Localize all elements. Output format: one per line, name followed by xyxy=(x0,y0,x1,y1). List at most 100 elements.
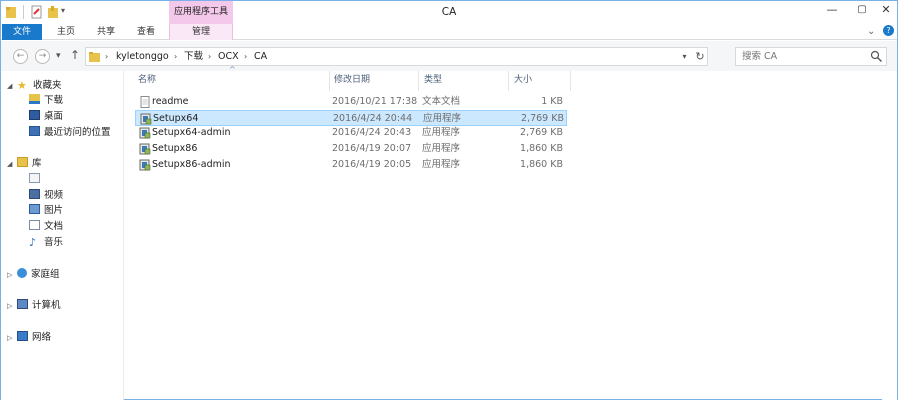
back-button[interactable]: ← xyxy=(13,49,28,64)
breadcrumb-ocx[interactable]: OCX xyxy=(218,48,239,65)
nav-item-label: 最近访问的位置 xyxy=(44,127,111,138)
explorer-window: ▾ 应用程序工具 CA — ▢ ✕ 文件 主页 共享 查看 管理 ⌄ ? ← →… xyxy=(0,0,898,400)
nav-item-desktop[interactable]: 桌面 xyxy=(29,110,63,124)
file-type: 文本文档 xyxy=(422,96,461,107)
breadcrumb-separator[interactable]: › xyxy=(208,48,211,65)
column-divider[interactable] xyxy=(418,71,419,91)
tab-share[interactable]: 共享 xyxy=(86,24,126,40)
installer-icon xyxy=(139,127,151,139)
computer-icon xyxy=(17,299,28,309)
nav-network[interactable]: ▷ 网络 xyxy=(7,331,51,345)
column-divider[interactable] xyxy=(329,71,330,91)
tab-home[interactable]: 主页 xyxy=(46,24,86,40)
tab-manage[interactable]: 管理 xyxy=(169,24,233,40)
file-size: 1,860 KB xyxy=(520,158,563,170)
breadcrumb-separator[interactable]: › xyxy=(105,48,108,65)
nav-item-downloads[interactable]: 下载 xyxy=(29,94,63,108)
maximize-button[interactable]: ▢ xyxy=(851,1,873,21)
properties-icon[interactable] xyxy=(31,5,43,19)
file-type: 应用程序 xyxy=(423,112,462,124)
breadcrumb-ca[interactable]: CA xyxy=(254,48,267,65)
nav-item-videos[interactable]: 视频 xyxy=(29,189,63,203)
nav-network-label: 网络 xyxy=(32,332,52,343)
new-folder-icon[interactable] xyxy=(47,5,59,19)
search-box[interactable]: 搜索 CA xyxy=(735,47,887,66)
file-size: 1,860 KB xyxy=(520,143,563,155)
column-header-date[interactable]: 修改日期 xyxy=(334,71,370,89)
customize-quick-access-icon[interactable]: ▾ xyxy=(61,6,73,20)
nav-item-documents[interactable]: 文档 xyxy=(29,220,63,234)
nav-item-pictures[interactable]: 图片 xyxy=(29,204,63,218)
file-row[interactable]: Setupx86-admin 2016/4/19 20:05 应用程序 1,860 K… xyxy=(135,157,567,173)
file-date-modified: 2016/4/24 20:44 xyxy=(333,112,413,124)
nav-favorites-label: 收藏夹 xyxy=(33,80,62,91)
file-name: readme xyxy=(152,96,189,107)
collapse-icon[interactable]: ◢ xyxy=(7,157,17,171)
collapse-icon[interactable]: ◢ xyxy=(7,79,17,93)
folder-icon[interactable] xyxy=(5,5,17,19)
column-header-size[interactable]: 大小 xyxy=(514,71,532,89)
installer-icon xyxy=(139,159,151,171)
nav-homegroup[interactable]: ▷ 家庭组 xyxy=(7,268,60,282)
file-row[interactable]: Setupx64-admin 2016/4/24 20:43 应用程序 2,769 K… xyxy=(135,125,567,141)
expand-icon[interactable]: ▷ xyxy=(7,268,17,282)
expand-icon[interactable]: ▷ xyxy=(7,299,17,313)
breadcrumb-separator[interactable]: › xyxy=(244,48,247,65)
search-icon[interactable] xyxy=(870,50,883,63)
nav-item-label: 音乐 xyxy=(44,237,64,248)
breadcrumb-downloads[interactable]: 下载 xyxy=(184,48,203,65)
column-divider[interactable] xyxy=(570,71,571,91)
videos-icon xyxy=(29,189,40,199)
nav-item-music[interactable]: ♪ 音乐 xyxy=(29,236,63,250)
ribbon-tab-bar: 文件 主页 共享 查看 管理 ⌄ ? xyxy=(1,24,897,40)
file-date-modified: 2016/10/21 17:38 xyxy=(332,96,418,107)
nav-computer[interactable]: ▷ 计算机 xyxy=(7,299,61,313)
minimize-button[interactable]: — xyxy=(821,1,843,21)
file-row[interactable]: readme 2016/10/21 17:38 文本文档 1 KB xyxy=(135,94,567,110)
expand-ribbon-icon[interactable]: ⌄ xyxy=(867,24,875,40)
file-type: 应用程序 xyxy=(422,158,461,170)
refresh-icon[interactable]: ↻ xyxy=(692,48,708,65)
address-history-dropdown[interactable]: ▾ xyxy=(678,48,691,65)
address-bar[interactable]: › kyletonggo › 下载 › OCX › CA ▾ ↻ xyxy=(85,47,708,66)
documents-icon xyxy=(29,220,40,230)
installer-icon xyxy=(139,143,151,155)
separator xyxy=(23,5,24,19)
file-row[interactable]: Setupx86 2016/4/19 20:07 应用程序 1,860 KB xyxy=(135,141,567,157)
nav-item-label: 文档 xyxy=(44,221,64,232)
context-group-title: 应用程序工具 xyxy=(169,1,233,24)
file-name: Setupx64-admin xyxy=(152,127,231,139)
vertical-scrollbar[interactable] xyxy=(882,71,897,400)
file-date-modified: 2016/4/24 20:43 xyxy=(332,127,412,139)
file-name: Setupx64 xyxy=(153,112,199,124)
tab-file[interactable]: 文件 xyxy=(2,24,42,40)
nav-item-recent-places[interactable]: 最近访问的位置 xyxy=(29,126,111,140)
nav-favorites[interactable]: ◢ ★ 收藏夹 xyxy=(7,79,62,93)
file-type: 应用程序 xyxy=(422,143,461,155)
tab-view[interactable]: 查看 xyxy=(126,24,166,40)
pictures-icon xyxy=(29,204,40,214)
file-name: Setupx86 xyxy=(152,143,198,155)
breadcrumb-kyletonggo[interactable]: kyletonggo xyxy=(116,48,169,65)
recent-locations-icon[interactable]: ▾ xyxy=(56,51,61,61)
column-header-name[interactable]: 名称 xyxy=(138,71,156,89)
file-type: 应用程序 xyxy=(422,127,461,139)
nav-computer-label: 计算机 xyxy=(32,300,61,311)
breadcrumb-separator[interactable]: › xyxy=(174,48,177,65)
column-divider[interactable] xyxy=(508,71,509,91)
text-file-icon xyxy=(140,96,150,108)
nav-item-library-unnamed[interactable] xyxy=(29,173,44,187)
close-button[interactable]: ✕ xyxy=(875,1,897,21)
column-header-type[interactable]: 类型 xyxy=(424,71,442,89)
help-icon[interactable]: ? xyxy=(883,25,894,36)
music-icon: ♪ xyxy=(29,236,37,249)
expand-icon[interactable]: ▷ xyxy=(7,331,17,345)
search-input[interactable]: 搜索 CA xyxy=(742,48,777,65)
forward-button[interactable]: → xyxy=(35,49,50,64)
file-list: ^ 名称 修改日期 类型 大小 readme 2016/10/21 17:38 文本… xyxy=(133,65,573,400)
nav-libraries[interactable]: ◢ 库 xyxy=(7,157,42,171)
file-row[interactable]: Setupx64 2016/4/24 20:44 应用程序 2,769 KB xyxy=(135,109,567,126)
nav-libraries-label: 库 xyxy=(32,158,42,169)
sort-ascending-icon: ^ xyxy=(229,65,236,74)
up-button[interactable]: ↑ xyxy=(70,48,80,62)
